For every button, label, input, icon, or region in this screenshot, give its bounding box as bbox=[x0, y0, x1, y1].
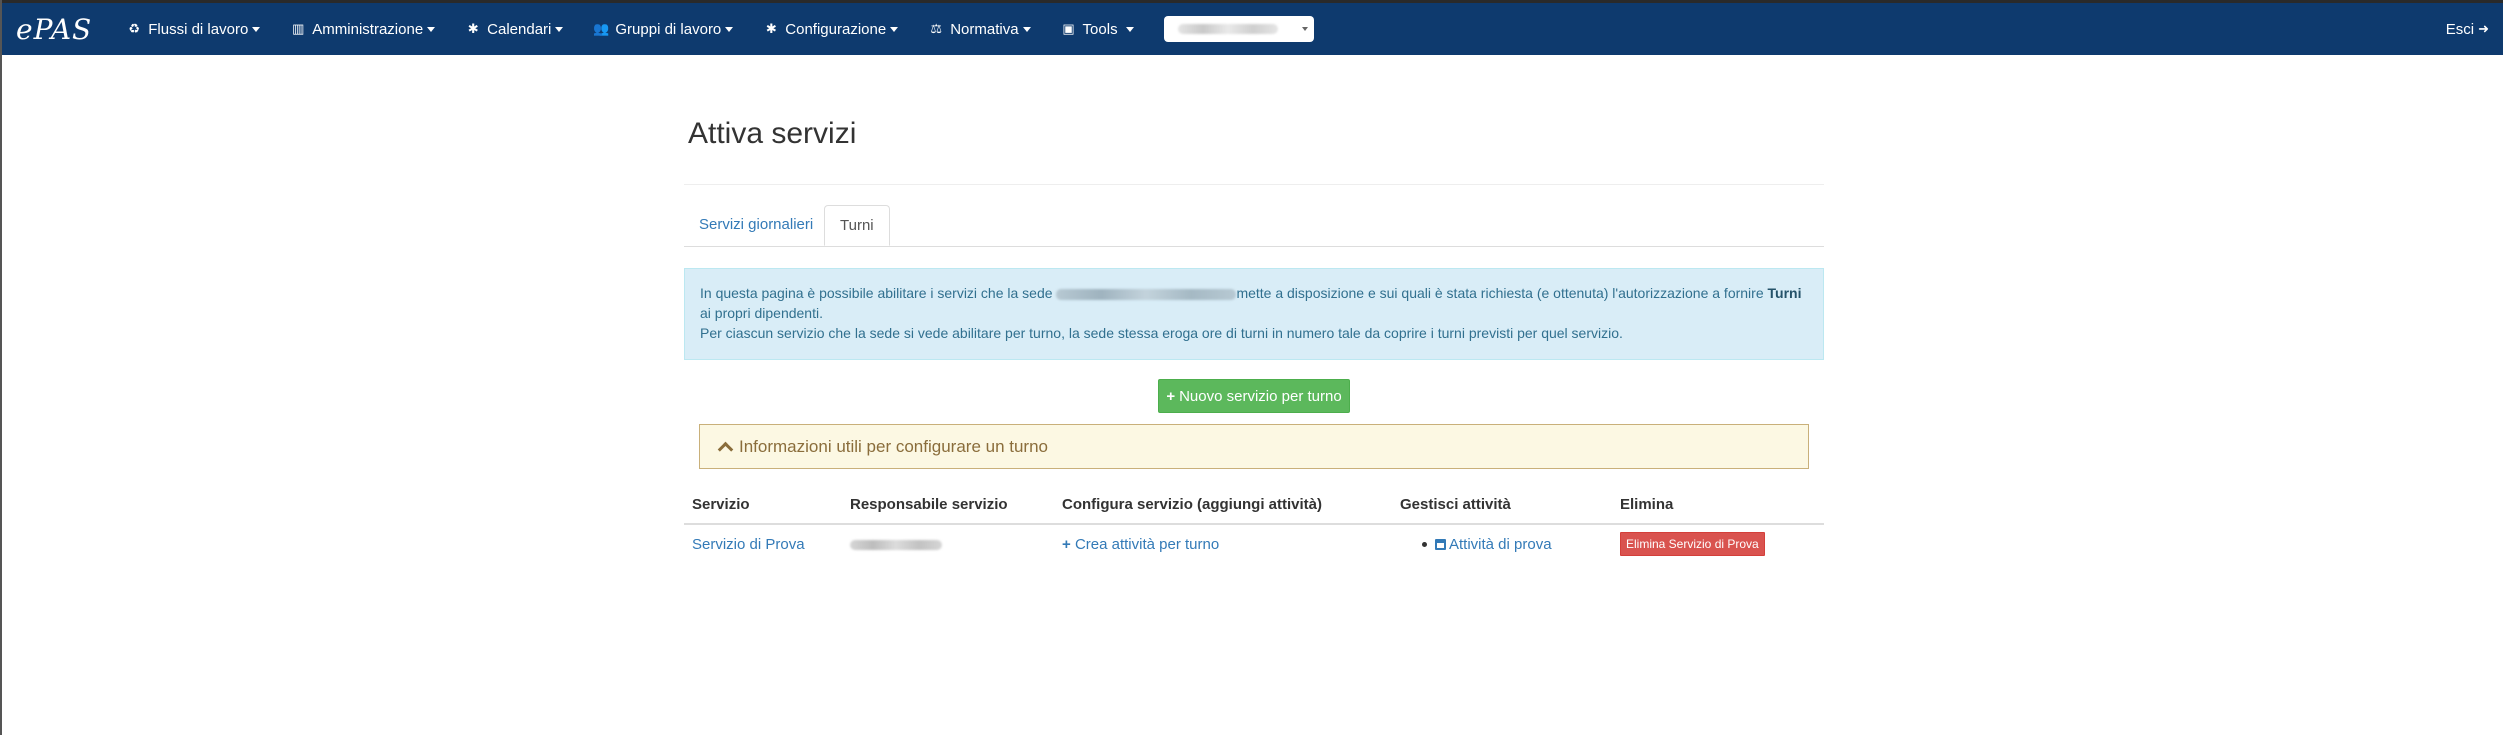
menu-amministrazione[interactable]: ▥ Amministrazione bbox=[290, 20, 436, 38]
caret-down-icon bbox=[427, 26, 436, 32]
caret-down-icon bbox=[1125, 26, 1134, 32]
menu-calendari[interactable]: ✱ Calendari bbox=[465, 20, 564, 38]
menu-label: Amministrazione bbox=[312, 20, 424, 38]
menu-gruppi-di-lavoro[interactable]: 👥 Gruppi di lavoro bbox=[593, 20, 734, 38]
tab-servizi-giornalieri[interactable]: Servizi giornalieri bbox=[684, 205, 828, 245]
menu-label: Flussi di lavoro bbox=[148, 20, 249, 38]
table-header-row: Servizio Responsabile servizio Configura… bbox=[684, 485, 1824, 525]
alert-bold-word: Turni bbox=[1767, 285, 1802, 301]
menu-flussi-di-lavoro[interactable]: ♻ Flussi di lavoro bbox=[126, 20, 261, 38]
menu-label: Gruppi di lavoro bbox=[615, 20, 722, 38]
page-title: Attiva servizi bbox=[688, 117, 857, 150]
office-select[interactable] bbox=[1163, 16, 1314, 42]
header-configura: Configura servizio (aggiungi attività) bbox=[1054, 485, 1392, 525]
briefcase-icon: ▣ bbox=[1062, 21, 1075, 36]
recycle-icon: ♻ bbox=[128, 21, 141, 36]
header-gestisci: Gestisci attività bbox=[1392, 485, 1612, 525]
tab-turni[interactable]: Turni bbox=[824, 205, 890, 246]
bar-chart-icon: ▥ bbox=[292, 21, 305, 36]
create-activity-label: Crea attività per turno bbox=[1074, 535, 1220, 553]
plus-icon: + bbox=[1166, 387, 1176, 405]
header-elimina: Elimina bbox=[1612, 485, 1824, 525]
caret-down-icon bbox=[890, 26, 899, 32]
alert-line-2: ai propri dipendenti. bbox=[700, 305, 823, 321]
redacted-responsible-name bbox=[850, 539, 942, 550]
brand-logo[interactable]: ePAS bbox=[16, 13, 92, 46]
alert-line-3: Per ciascun servizio che la sede si vede… bbox=[700, 325, 1623, 341]
menu-label: Tools bbox=[1082, 20, 1118, 38]
menu-label: Calendari bbox=[487, 20, 552, 38]
chevron-up-icon bbox=[717, 441, 734, 457]
select-caret-icon bbox=[1301, 27, 1308, 31]
service-link[interactable]: Servizio di Prova bbox=[692, 536, 805, 553]
activity-label: Attività di prova bbox=[1449, 535, 1552, 553]
table-row: Servizio di Prova + Crea attività per tu… bbox=[684, 524, 1824, 563]
create-activity-link[interactable]: + Crea attività per turno bbox=[1062, 536, 1219, 553]
top-navbar: ePAS ♻ Flussi di lavoro ▥ Amministrazion… bbox=[2, 3, 2503, 55]
new-shift-service-label: Nuovo servizio per turno bbox=[1179, 387, 1342, 405]
plus-icon: + bbox=[1062, 535, 1071, 553]
menu-normativa[interactable]: ⚖ Normativa bbox=[928, 20, 1031, 38]
menu-configurazione[interactable]: ✱ Configurazione bbox=[763, 20, 899, 38]
logout-link[interactable]: Esci ➜ bbox=[2446, 3, 2489, 55]
redacted-office-name bbox=[1177, 24, 1278, 34]
new-shift-service-button[interactable]: + Nuovo servizio per turno bbox=[1158, 379, 1350, 413]
menu-label: Normativa bbox=[950, 20, 1019, 38]
delete-service-button[interactable]: Elimina Servizio di Prova bbox=[1620, 532, 1765, 556]
info-alert: In questa pagina è possibile abilitare i… bbox=[684, 268, 1824, 360]
alert-text-start: In questa pagina è possibile abilitare i… bbox=[700, 285, 1057, 301]
info-panel-toggle[interactable]: Informazioni utili per configurare un tu… bbox=[699, 424, 1809, 469]
gear-icon: ✱ bbox=[765, 21, 777, 36]
header-responsabile: Responsabile servizio bbox=[842, 485, 1054, 525]
users-icon: 👥 bbox=[593, 21, 610, 36]
sign-out-icon: ➜ bbox=[2478, 21, 2489, 36]
calendar-icon bbox=[1435, 538, 1446, 550]
list-bullet bbox=[1422, 541, 1427, 547]
logout-label: Esci bbox=[2445, 20, 2475, 38]
balance-scale-icon: ⚖ bbox=[930, 21, 943, 36]
gear-icon: ✱ bbox=[467, 21, 479, 36]
header-servizio: Servizio bbox=[684, 485, 842, 525]
redacted-office-name bbox=[1056, 288, 1237, 300]
caret-down-icon bbox=[252, 26, 261, 32]
activity-link[interactable]: Attività di prova bbox=[1435, 536, 1552, 553]
menu-label: Configurazione bbox=[785, 20, 887, 38]
title-divider bbox=[684, 184, 1824, 185]
alert-text-middle: mette a disposizione e sui quali è stata… bbox=[1236, 285, 1768, 301]
caret-down-icon bbox=[725, 26, 734, 32]
caret-down-icon bbox=[1022, 26, 1031, 32]
caret-down-icon bbox=[555, 26, 564, 32]
info-panel-label: Informazioni utili per configurare un tu… bbox=[739, 436, 1048, 456]
tab-bar: Servizi giornalieri Turni bbox=[684, 205, 1824, 247]
menu-tools[interactable]: ▣ Tools bbox=[1061, 21, 1134, 38]
services-table: Servizio Responsabile servizio Configura… bbox=[684, 485, 1824, 563]
